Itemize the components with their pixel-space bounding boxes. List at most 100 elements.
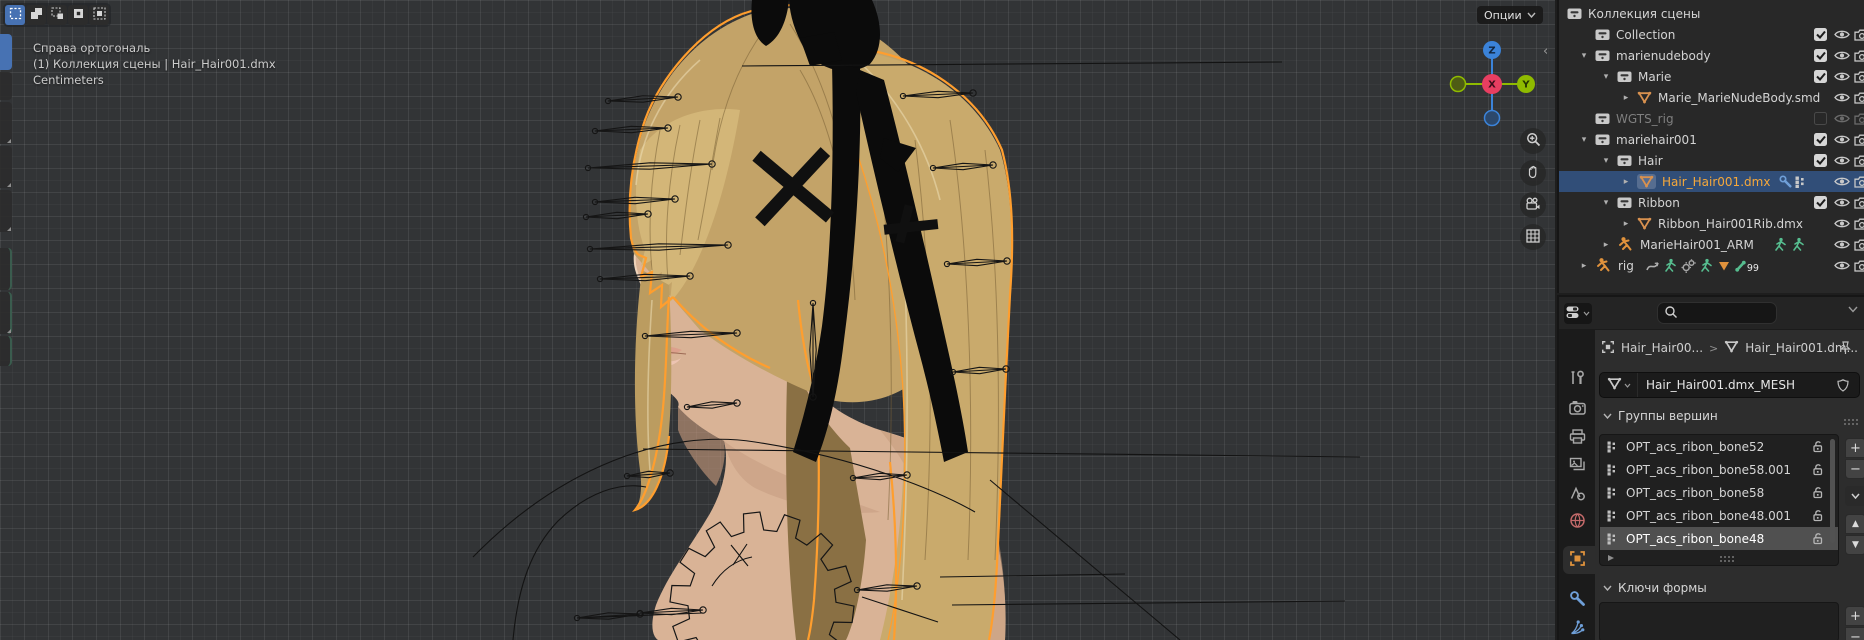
outliner-row[interactable]: ▾ Hair: [1559, 150, 1864, 171]
tool-shelf-button[interactable]: [0, 336, 12, 366]
outliner-item-label[interactable]: Hair: [1638, 154, 1663, 168]
outliner-row[interactable]: ▸ Hair_Hair001.dmx: [1559, 171, 1864, 192]
camera-restrict-icon[interactable]: [1854, 196, 1864, 212]
tool-shelf-button[interactable]: [0, 248, 12, 290]
lock-open-icon[interactable]: [1811, 463, 1824, 479]
hide-eye-icon[interactable]: [1834, 92, 1850, 106]
outliner-item-label[interactable]: Collection: [1616, 28, 1675, 42]
outliner-item-label[interactable]: Marie_MarieNudeBody.smd: [1658, 91, 1820, 105]
hide-eye-icon[interactable]: [1834, 50, 1850, 64]
axis-y-neg-ball[interactable]: [1449, 75, 1467, 93]
camera-view-button[interactable]: [1520, 192, 1546, 218]
tab-render-tab[interactable]: [1559, 395, 1595, 423]
collapse-arrow-icon[interactable]: ▾: [1578, 51, 1590, 61]
outliner-item-label[interactable]: Hair_Hair001.dmx: [1662, 175, 1770, 189]
outliner-item-label[interactable]: mariehair001: [1616, 133, 1697, 147]
vertex-group-row[interactable]: OPT_acs_ribon_bone52: [1600, 435, 1838, 458]
axis-gizmo[interactable]: Z Y X: [1446, 36, 1546, 132]
vertex-groups-panel-header[interactable]: Группы вершин: [1595, 406, 1864, 426]
outliner-item-label[interactable]: marienudebody: [1616, 49, 1711, 63]
outliner-row[interactable]: ▾ mariehair001: [1559, 129, 1864, 150]
tool-shelf-button[interactable]: [0, 146, 12, 188]
expand-arrow-icon[interactable]: ▸: [1620, 93, 1632, 103]
chevron-down-icon[interactable]: [1848, 306, 1858, 313]
lock-open-icon[interactable]: [1811, 509, 1824, 525]
3d-viewport[interactable]: Справа ортогональ (1) Коллекция сцены | …: [0, 0, 1555, 640]
search-text[interactable]: [1678, 307, 1768, 319]
lock-open-icon[interactable]: [1811, 486, 1824, 502]
outliner-panel[interactable]: Коллекция сцены Collection ▾ marienudebody ▾…: [1557, 0, 1864, 293]
camera-restrict-icon[interactable]: [1854, 259, 1864, 275]
tool-shelf-button[interactable]: [0, 34, 12, 70]
camera-restrict-icon[interactable]: [1854, 154, 1864, 170]
hide-eye-icon[interactable]: [1834, 260, 1850, 274]
outliner-row[interactable]: ▸ MarieHair001_ARM: [1559, 234, 1864, 255]
collapse-arrow-icon[interactable]: ▾: [1600, 198, 1612, 208]
add-shape-key-button[interactable]: +: [1845, 606, 1864, 626]
outliner-row[interactable]: ▾ Ribbon: [1559, 192, 1864, 213]
select-tweak-button[interactable]: [5, 5, 25, 25]
outliner-item-label[interactable]: WGTS_rig: [1616, 112, 1674, 126]
camera-restrict-icon[interactable]: [1854, 133, 1864, 149]
vertex-group-specials-button[interactable]: [1845, 486, 1864, 506]
options-dropdown[interactable]: Опции: [1477, 6, 1543, 24]
tool-shelf-button[interactable]: [0, 102, 12, 144]
hide-eye-icon[interactable]: [1834, 71, 1850, 85]
exclude-checkbox[interactable]: [1814, 154, 1827, 167]
outliner-item-label[interactable]: MarieHair001_ARM: [1640, 238, 1754, 252]
vertex-groups-list[interactable]: OPT_acs_ribon_bone52 OPT_acs_ribon_bone58…: [1599, 434, 1839, 566]
camera-restrict-icon[interactable]: [1854, 91, 1864, 107]
outliner-row[interactable]: ▾ marienudebody: [1559, 45, 1864, 66]
add-vertex-group-button[interactable]: +: [1845, 438, 1864, 458]
filter-expand-icon[interactable]: [1607, 554, 1615, 562]
zoom-button[interactable]: [1520, 128, 1546, 154]
hide-eye-icon[interactable]: [1834, 218, 1850, 232]
exclude-checkbox[interactable]: [1814, 70, 1827, 83]
vertex-group-row[interactable]: OPT_acs_ribon_bone48.001: [1600, 504, 1838, 527]
properties-panel[interactable]: Hair_Hair00... > Hair_Hair001.dm... Hair…: [1557, 295, 1864, 640]
collapse-arrow-icon[interactable]: ▾: [1578, 135, 1590, 145]
scrollbar[interactable]: [1830, 439, 1835, 543]
outliner-row[interactable]: Коллекция сцены: [1559, 3, 1864, 24]
hide-eye-icon[interactable]: [1834, 197, 1850, 211]
hide-eye-icon[interactable]: [1834, 155, 1850, 169]
vertex-group-row[interactable]: OPT_acs_ribon_bone58: [1600, 481, 1838, 504]
hide-eye-icon[interactable]: [1834, 134, 1850, 148]
tab-viewlayer-tab[interactable]: [1559, 452, 1595, 480]
exclude-checkbox[interactable]: [1814, 28, 1827, 41]
select-subtract-button[interactable]: [47, 5, 67, 25]
camera-restrict-icon[interactable]: [1854, 49, 1864, 65]
outliner-row[interactable]: ▸ Ribbon_Hair001Rib.dmx: [1559, 213, 1864, 234]
pan-hand-button[interactable]: [1520, 160, 1546, 186]
select-difference-button[interactable]: [68, 5, 88, 25]
exclude-checkbox[interactable]: [1814, 112, 1827, 125]
collapse-arrow-icon[interactable]: ▾: [1600, 72, 1612, 82]
outliner-item-label[interactable]: Коллекция сцены: [1588, 7, 1700, 21]
tab-particles-tab[interactable]: [1559, 615, 1595, 640]
tab-scene-tab[interactable]: [1559, 480, 1595, 508]
expand-arrow-icon[interactable]: ▸: [1578, 261, 1590, 271]
shield-icon[interactable]: [1837, 379, 1849, 395]
collapse-arrow-icon[interactable]: ▾: [1600, 156, 1612, 166]
outliner-item-label[interactable]: rig: [1618, 259, 1634, 273]
outliner-row[interactable]: ▸ Marie_MarieNudeBody.smd: [1559, 87, 1864, 108]
shape-keys-list[interactable]: [1599, 602, 1839, 640]
search-input[interactable]: [1657, 302, 1777, 324]
pin-icon[interactable]: [1839, 341, 1852, 358]
camera-restrict-icon[interactable]: [1854, 112, 1864, 128]
remove-vertex-group-button[interactable]: −: [1845, 459, 1864, 479]
camera-restrict-icon[interactable]: [1854, 175, 1864, 191]
exclude-checkbox[interactable]: [1814, 49, 1827, 62]
camera-restrict-icon[interactable]: [1854, 70, 1864, 86]
camera-restrict-icon[interactable]: [1854, 238, 1864, 254]
tool-shelf-button[interactable]: [0, 190, 12, 232]
outliner-item-label[interactable]: Ribbon_Hair001Rib.dmx: [1658, 217, 1803, 231]
hide-eye-icon[interactable]: [1834, 29, 1850, 43]
hide-eye-icon[interactable]: [1834, 176, 1850, 190]
vertex-group-row[interactable]: OPT_acs_ribon_bone58.001: [1600, 458, 1838, 481]
expand-arrow-icon[interactable]: ▸: [1620, 177, 1632, 187]
axis-z-neg-ball[interactable]: [1483, 109, 1501, 127]
tool-shelf-button[interactable]: [0, 72, 12, 100]
remove-shape-key-button[interactable]: −: [1845, 627, 1864, 640]
hide-eye-icon[interactable]: [1834, 113, 1850, 127]
